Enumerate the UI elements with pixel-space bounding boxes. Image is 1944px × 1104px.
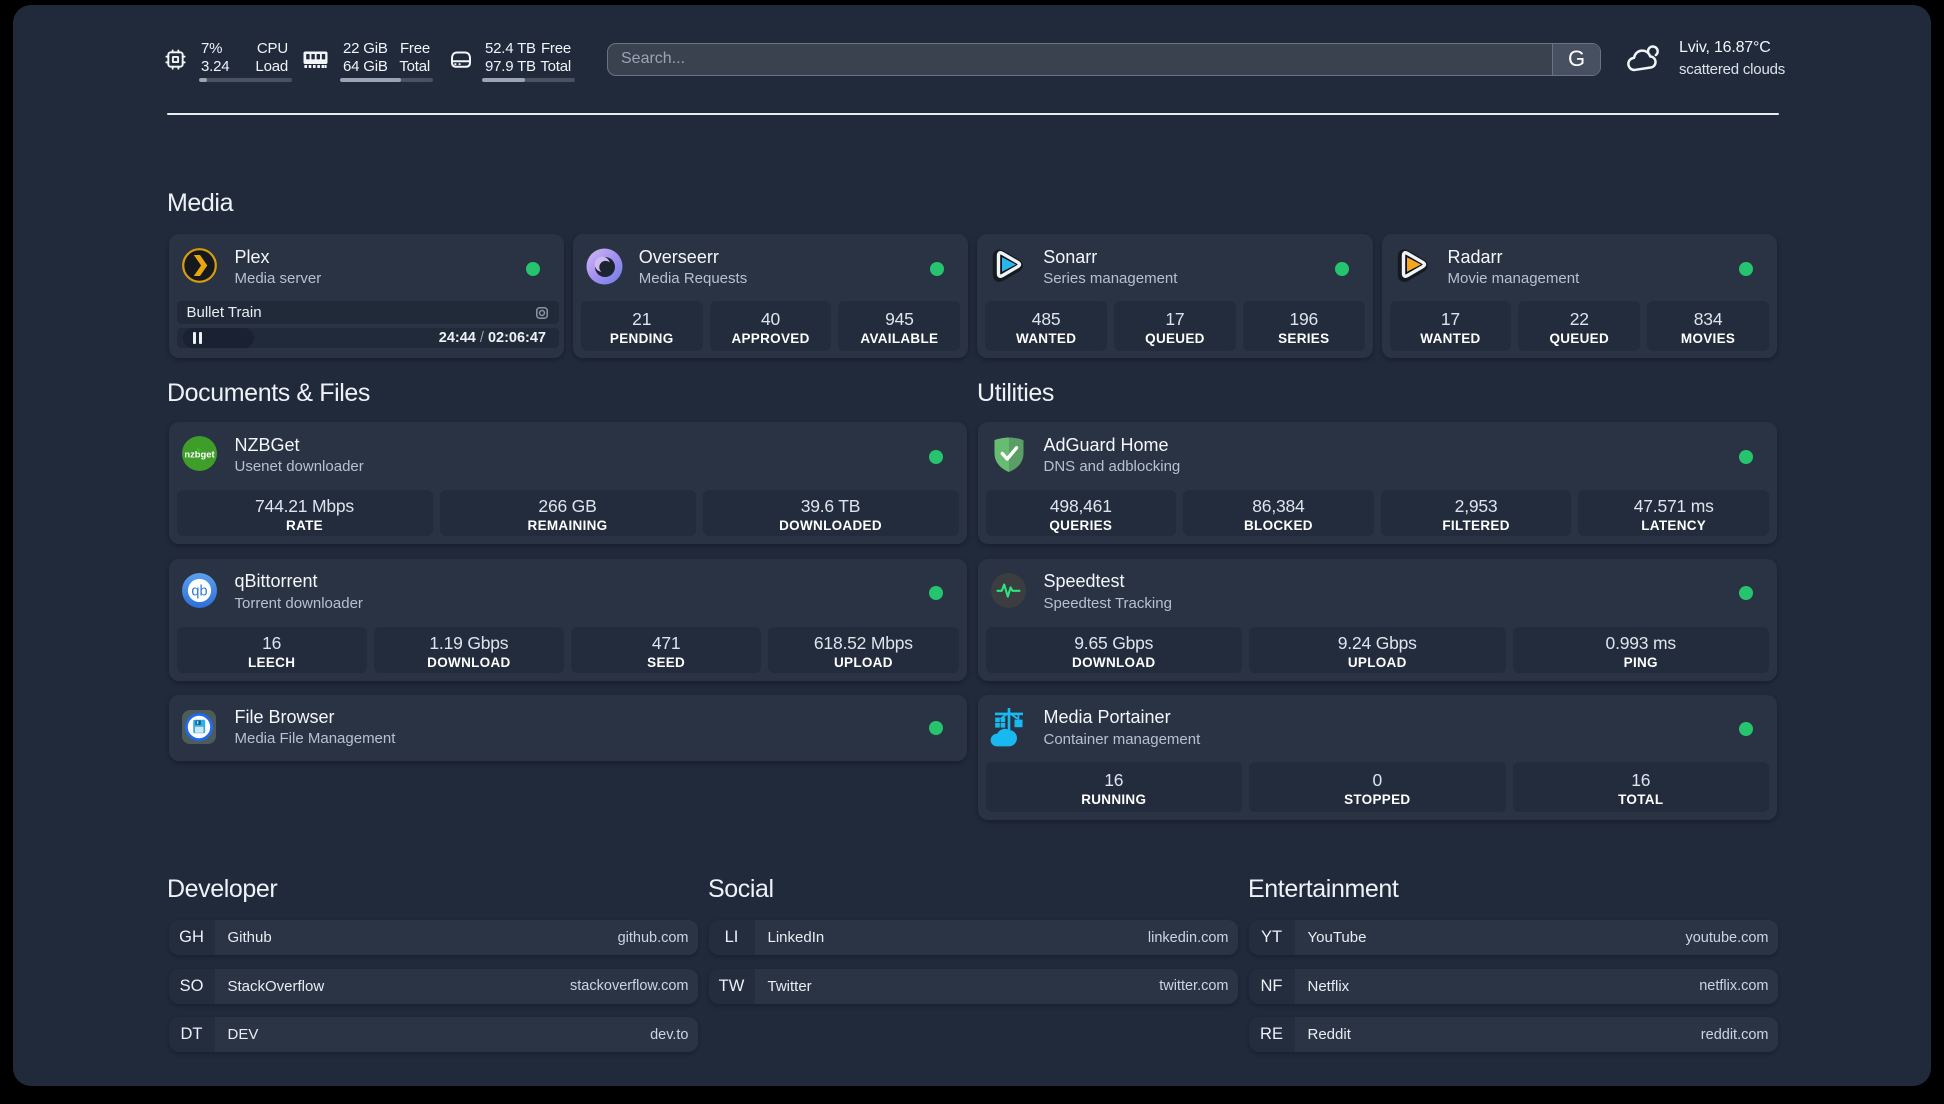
- svg-text:nzbget: nzbget: [184, 449, 214, 460]
- svg-text:qb: qb: [191, 583, 207, 599]
